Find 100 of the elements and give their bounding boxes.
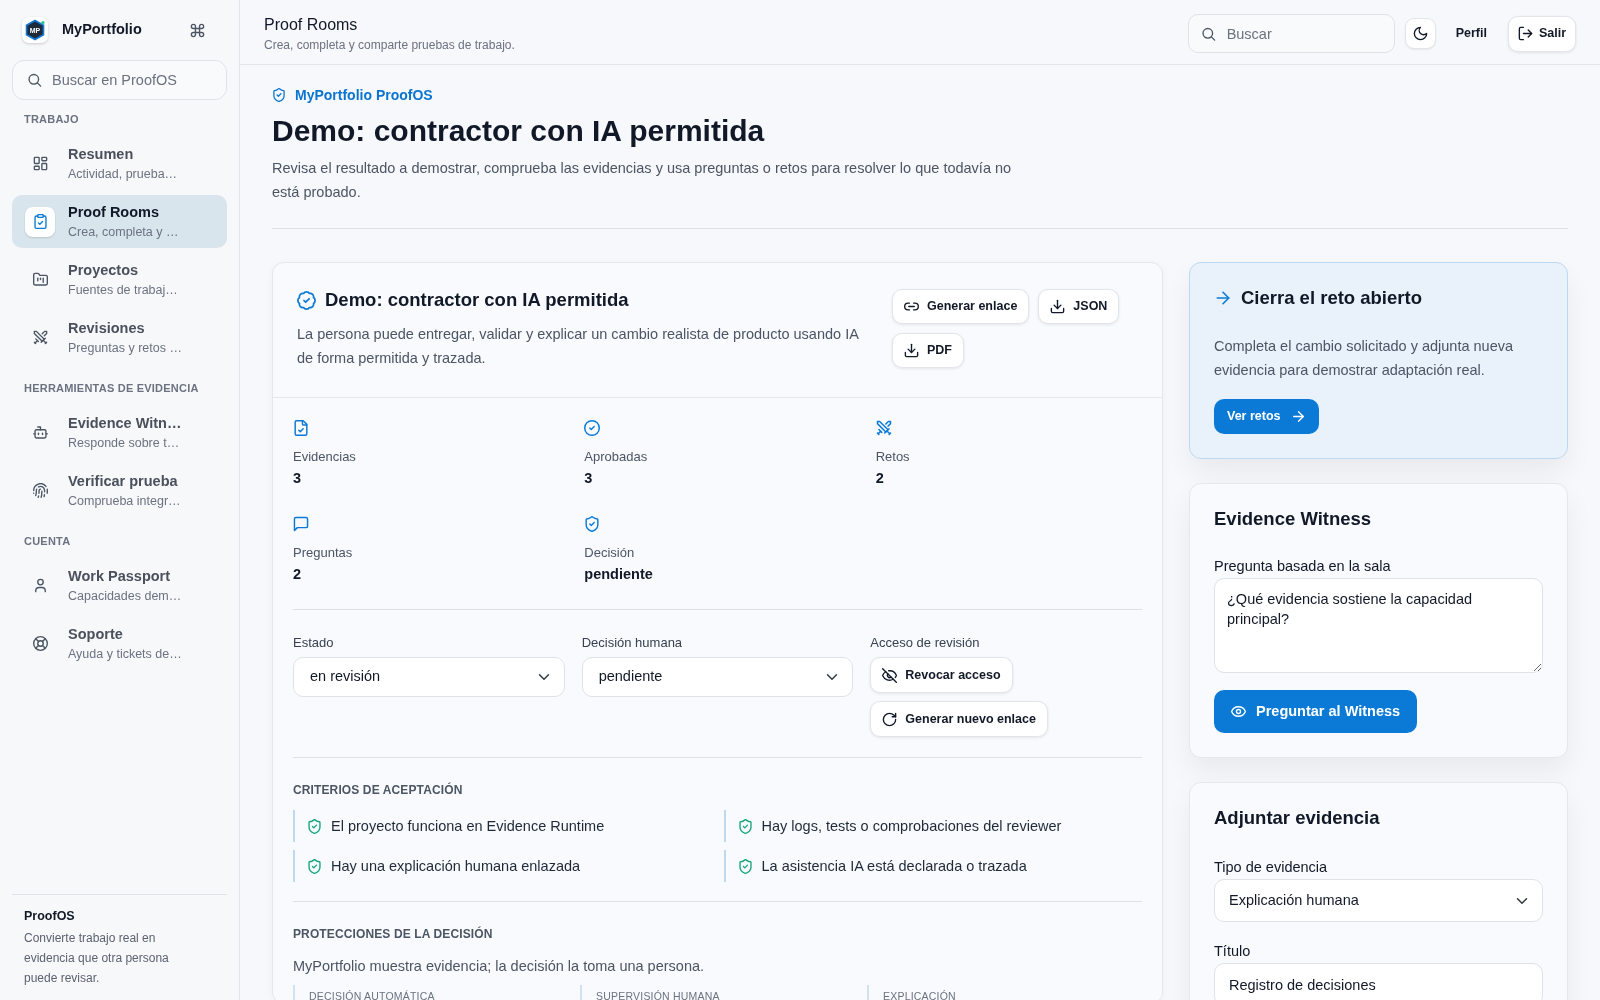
download-button[interactable]: JSON bbox=[1038, 289, 1120, 324]
file-check-icon bbox=[293, 420, 309, 436]
lifebuoy-icon bbox=[32, 636, 48, 651]
sidebar-item[interactable]: Resumen Actividad, prueba… bbox=[12, 137, 227, 190]
section-heading: CUENTA bbox=[23, 534, 72, 548]
crossed-swords-icon bbox=[32, 330, 48, 345]
eye-icon bbox=[1231, 704, 1246, 719]
stat-label: Preguntas bbox=[293, 544, 354, 562]
download-icon bbox=[1050, 299, 1066, 314]
logout-button[interactable]: Salir bbox=[1507, 15, 1576, 52]
stat-label: Evidencias bbox=[293, 448, 357, 466]
dropdown-field[interactable]: en revisión bbox=[293, 657, 565, 697]
user-icon bbox=[32, 578, 48, 593]
command-key-icon bbox=[190, 22, 205, 38]
sidebar-item[interactable]: Revisiones Preguntas y retos … bbox=[12, 311, 227, 364]
section-heading: TRABAJO bbox=[23, 112, 80, 126]
stat-value: 3 bbox=[584, 469, 594, 488]
stat-value: 2 bbox=[293, 565, 303, 584]
field-label: Estado bbox=[293, 634, 335, 651]
field-label: Pregunta basada en la sala bbox=[1214, 557, 1392, 576]
ask-witness-button[interactable]: Preguntar al Witness bbox=[1214, 690, 1418, 733]
text-field[interactable]: Registro de decisiones bbox=[1214, 963, 1543, 1000]
page-title: Demo: contractor con IA permitida bbox=[272, 113, 766, 149]
card-text: Completa el cambio solicitado y adjunta nueva evidencia para demostrar adaptación real. bbox=[1214, 337, 1515, 380]
breadcrumb-text: MyPortfolio ProofOS bbox=[295, 86, 433, 105]
shield-check-icon bbox=[737, 818, 753, 834]
sidebar-item[interactable]: Proof Rooms Crea, completa y … bbox=[12, 195, 227, 248]
search-field[interactable]: Buscar bbox=[1187, 14, 1395, 53]
card-title: Demo: contractor con IA permitida bbox=[325, 288, 629, 312]
folder-icon bbox=[32, 272, 48, 287]
field-label: Acceso de revisión bbox=[870, 634, 981, 651]
check-circle-icon bbox=[584, 420, 601, 436]
grid-icon bbox=[32, 156, 48, 171]
header-title: Proof Rooms bbox=[264, 14, 359, 35]
header-subtitle: Crea, completa y comparte pruebas de trabajo. bbox=[264, 36, 515, 53]
link-icon bbox=[904, 299, 919, 314]
search-icon bbox=[27, 72, 42, 88]
clipboard-check-icon bbox=[25, 206, 55, 237]
view-challenges-button[interactable]: Ver retos bbox=[1214, 399, 1319, 434]
shield-check-icon bbox=[307, 858, 322, 874]
field-label: Tipo de evidencia bbox=[1214, 858, 1329, 877]
fingerprint-icon bbox=[32, 483, 48, 498]
stat-value: pendiente bbox=[584, 565, 654, 584]
question-field[interactable]: ¿Qué evidencia sostiene la capacidad principal? bbox=[1214, 578, 1543, 673]
logout-icon bbox=[1517, 26, 1533, 41]
section-heading: CRITERIOS DE ACEPTACIÓN bbox=[293, 782, 464, 798]
stat-label: Retos bbox=[875, 448, 911, 466]
column-heading: EXPLICACIÓN bbox=[883, 989, 957, 1000]
search-icon bbox=[1200, 26, 1216, 41]
sidebar-item[interactable]: Verificar prueba Comprueba integr… bbox=[12, 464, 227, 517]
stat-label: Aprobadas bbox=[584, 448, 649, 466]
dropdown-field[interactable]: Explicación humana bbox=[1214, 879, 1543, 922]
shield-check-icon bbox=[584, 516, 601, 532]
brand-name: MyPortfolio bbox=[62, 20, 142, 40]
crossed-swords-icon bbox=[875, 420, 892, 436]
moon-icon bbox=[1412, 26, 1428, 41]
footer-title: ProofOS bbox=[24, 908, 76, 924]
robot-icon bbox=[32, 425, 48, 440]
sidebar-item[interactable]: Work Passport Capacidades dem… bbox=[12, 559, 227, 612]
column-heading: SUPERVISIÓN HUMANA bbox=[596, 989, 721, 1000]
card-title: Cierra el reto abierto bbox=[1241, 286, 1422, 310]
section-heading: PROTECCIONES DE LA DECISIÓN bbox=[293, 926, 494, 942]
revoke-access-button[interactable]: Revocar acceso bbox=[870, 657, 1013, 693]
download-button[interactable]: PDF bbox=[892, 333, 964, 368]
dropdown-field[interactable]: pendiente bbox=[581, 657, 854, 697]
refresh-icon bbox=[882, 711, 898, 727]
criterion-text: El proyecto funciona en Evidence Runtime bbox=[331, 817, 605, 836]
shield-check-icon bbox=[272, 88, 286, 102]
field-label: Título bbox=[1214, 942, 1252, 961]
badge-check-icon bbox=[297, 290, 316, 310]
stat-value: 3 bbox=[293, 469, 303, 488]
eye-slash-icon bbox=[882, 667, 898, 683]
column-heading: DECISIÓN AUTOMÁTICA bbox=[309, 989, 436, 1000]
field-label: Decisión humana bbox=[581, 634, 684, 651]
section-heading: HERRAMIENTAS DE EVIDENCIA bbox=[23, 381, 200, 395]
arrow-right-icon bbox=[1290, 409, 1306, 424]
stat-label: Decisión bbox=[584, 544, 636, 562]
sidebar-item[interactable]: Evidence Witn… Responde sobre t… bbox=[12, 406, 227, 459]
search-field[interactable]: Buscar en ProofOS bbox=[12, 60, 227, 100]
download-icon bbox=[904, 343, 919, 358]
arrow-right-icon bbox=[1214, 289, 1232, 307]
footer-text: Convierte trabajo real en evidencia que otra persona puede revisar. bbox=[24, 930, 170, 987]
shield-check-icon bbox=[737, 858, 753, 874]
safeguard-text: MyPortfolio muestra evidencia; la decisión la toma una persona. bbox=[293, 957, 706, 976]
criterion-text: La asistencia IA está declarada o trazada bbox=[761, 857, 1027, 876]
share-link-button[interactable]: Generar enlace bbox=[892, 289, 1030, 324]
card-title: Adjuntar evidencia bbox=[1214, 806, 1381, 830]
new-link-button[interactable]: Generar nuevo enlace bbox=[870, 701, 1048, 737]
theme-toggle-button[interactable] bbox=[1404, 18, 1436, 49]
criterion-text: Hay logs, tests o comprobaciones del reviewer bbox=[761, 817, 1062, 836]
card-description: La persona puede entregar, validar y explicar un cambio realista de producto usando IA de forma permitida y trazada. bbox=[297, 325, 860, 368]
sidebar-item[interactable]: Soporte Ayuda y tickets de… bbox=[12, 617, 227, 670]
stat-value: 2 bbox=[875, 469, 885, 488]
sidebar-item[interactable]: Proyectos Fuentes de trabaj… bbox=[12, 253, 227, 306]
speech-bubble-icon bbox=[293, 516, 309, 532]
criterion-text: Hay una explicación humana enlazada bbox=[331, 857, 581, 876]
shield-check-icon bbox=[307, 818, 322, 834]
card-title: Evidence Witness bbox=[1214, 507, 1373, 531]
profile-link[interactable]: Perfil bbox=[1445, 18, 1495, 49]
page-description: Revisa el resultado a demostrar, comprueba las evidencias y usa preguntas o retos para resolver lo que todavía no está probado. bbox=[272, 159, 1013, 202]
